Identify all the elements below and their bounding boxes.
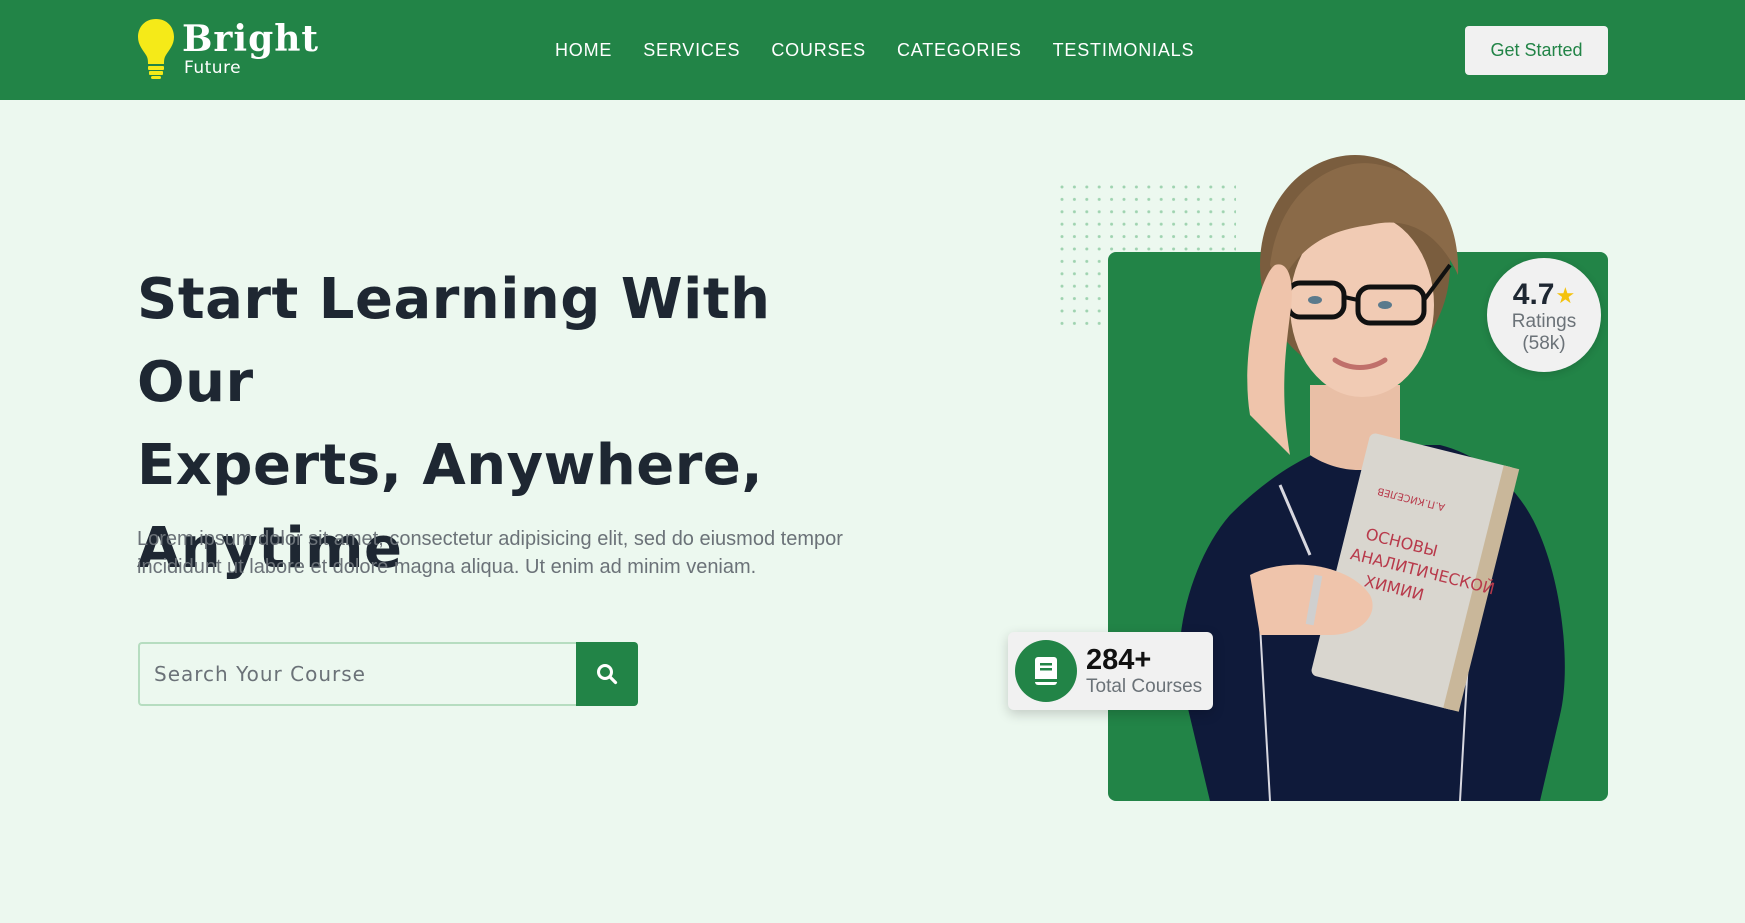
rating-label: Ratings — [1511, 311, 1577, 332]
rating-value: 4.7 — [1512, 278, 1555, 311]
brand-logo[interactable]: Bright Future — [136, 18, 319, 80]
book-icon — [1035, 657, 1057, 685]
nav-categories[interactable]: CATEGORIES — [897, 40, 1022, 60]
courses-label: Total Courses — [1086, 676, 1203, 697]
main-nav: HOME SERVICES COURSES CATEGORIES TESTIMO… — [555, 38, 1194, 62]
nav-testimonials[interactable]: TESTIMONIALS — [1053, 40, 1195, 60]
search-button[interactable] — [576, 642, 638, 706]
course-search-form — [138, 642, 638, 706]
top-navbar: Bright Future HOME SERVICES COURSES CATE… — [0, 0, 1745, 100]
brand-name: Bright — [182, 18, 320, 60]
star-icon: ★ — [1555, 283, 1576, 308]
hero-description: Lorem ipsum dolor sit amet, consectetur … — [137, 528, 843, 578]
total-courses-badge: 284+ Total Courses — [1008, 632, 1213, 710]
hero-title-line-1: Start Learning With Our — [137, 267, 771, 415]
brand-tagline: Future — [184, 58, 242, 78]
hero-title-line-2: Experts, Anywhere, — [137, 433, 764, 498]
nav-home[interactable]: HOME — [555, 40, 612, 60]
course-search-input[interactable] — [138, 642, 576, 706]
nav-courses[interactable]: COURSES — [771, 40, 866, 60]
lightbulb-icon — [138, 19, 174, 79]
search-icon — [597, 664, 618, 685]
rating-count: (58k) — [1522, 333, 1566, 354]
courses-count: 284+ — [1086, 644, 1152, 676]
get-started-button[interactable]: Get Started — [1465, 26, 1608, 75]
nav-services[interactable]: SERVICES — [643, 40, 740, 60]
book-icon-circle — [1015, 640, 1077, 702]
rating-badge: 4.7 ★ Ratings (58k) — [1487, 258, 1601, 372]
